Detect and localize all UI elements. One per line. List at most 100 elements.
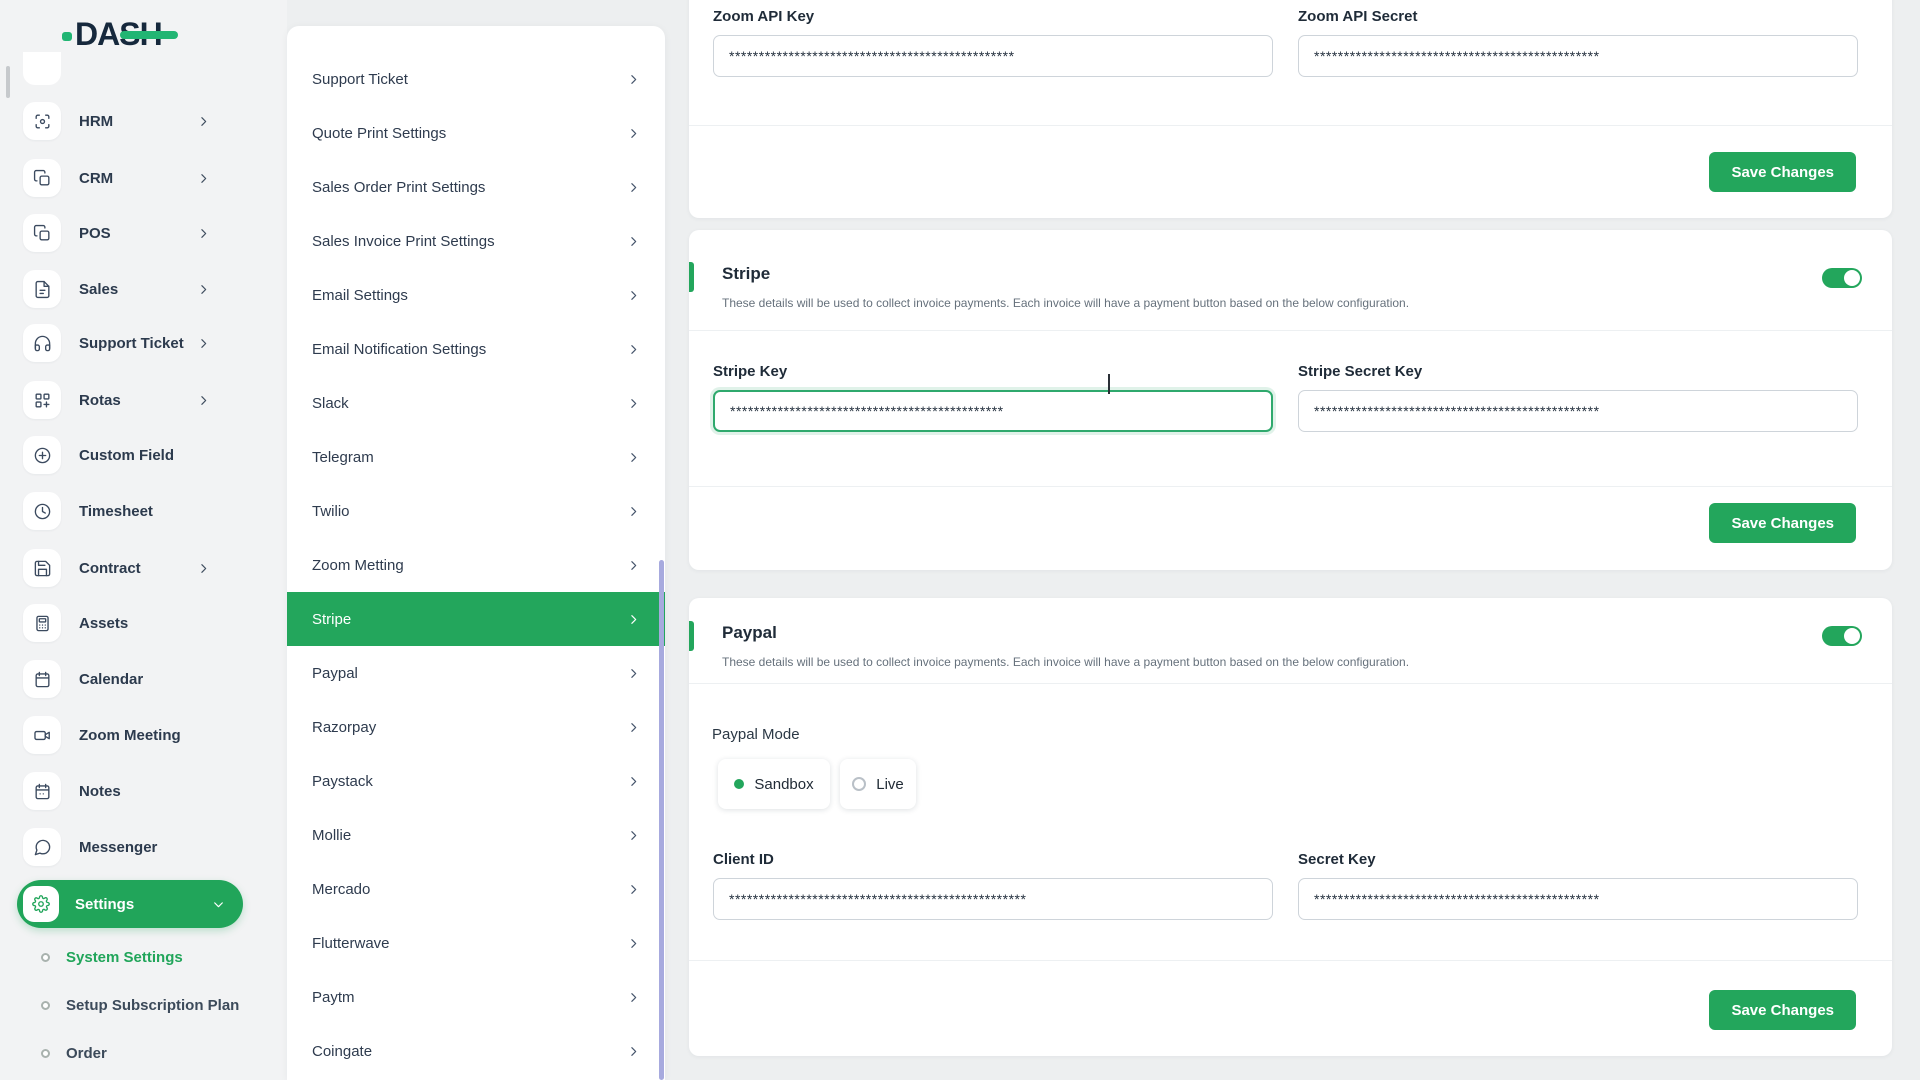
- chevron-right-icon: [627, 451, 640, 464]
- sidebar-subitem-setup-subscription-plan[interactable]: Setup Subscription Plan: [0, 990, 262, 1020]
- app-logo[interactable]: DASH: [62, 18, 179, 50]
- stripe-key-input[interactable]: [713, 390, 1273, 432]
- chevron-right-icon: [627, 937, 640, 950]
- sidebar-item-rotas[interactable]: Rotas: [0, 372, 262, 428]
- sidebar-item-timesheet[interactable]: Timesheet: [0, 483, 262, 539]
- save-changes-button[interactable]: Save Changes: [1709, 503, 1856, 543]
- stripe-card-title: Stripe: [722, 264, 771, 283]
- sidebar-item-assets[interactable]: Assets: [0, 595, 262, 651]
- settings-menu-panel: Support Ticket Quote Print Settings Sale…: [287, 26, 665, 1080]
- sidebar-item-calendar[interactable]: Calendar: [0, 651, 262, 707]
- sidebar-item-contract[interactable]: Contract: [0, 540, 262, 596]
- card-divider: [689, 683, 1892, 684]
- secret-key-field: Secret Key: [1298, 851, 1858, 920]
- menu-scrollbar-thumb[interactable]: [659, 560, 664, 1080]
- paypal-toggle[interactable]: [1822, 626, 1862, 646]
- menu-item-zoom-metting[interactable]: Zoom Metting: [287, 538, 665, 592]
- sidebar-item-hrm[interactable]: HRM: [0, 93, 262, 149]
- menu-item-email-settings[interactable]: Email Settings: [287, 268, 665, 322]
- chevron-right-icon: [627, 73, 640, 86]
- chevron-right-icon: [627, 397, 640, 410]
- card-divider: [689, 960, 1892, 961]
- chevron-right-icon: [627, 289, 640, 302]
- sidebar-item-pos[interactable]: POS: [0, 205, 262, 261]
- chevron-right-icon: [197, 172, 210, 185]
- sidebar-item-crm[interactable]: CRM: [0, 150, 262, 206]
- menu-item-paypal[interactable]: Paypal: [287, 646, 665, 700]
- menu-item-stripe[interactable]: Stripe: [287, 592, 665, 646]
- menu-item-flutterwave[interactable]: Flutterwave: [287, 916, 665, 970]
- sidebar-item-custom-field[interactable]: Custom Field: [0, 427, 262, 483]
- menu-item-telegram[interactable]: Telegram: [287, 430, 665, 484]
- save-changes-button[interactable]: Save Changes: [1709, 152, 1856, 192]
- notes-icon: [23, 772, 61, 810]
- menu-item-mollie[interactable]: Mollie: [287, 808, 665, 862]
- sidebar-item-notes[interactable]: Notes: [0, 763, 262, 819]
- zoom-api-secret-field: Zoom API Secret: [1298, 8, 1858, 77]
- zoom-api-key-input[interactable]: [713, 35, 1273, 77]
- field-label: Stripe Secret Key: [1298, 363, 1423, 380]
- radio-label: Sandbox: [754, 775, 814, 793]
- menu-item-sales-order-print-settings[interactable]: Sales Order Print Settings: [287, 160, 665, 214]
- stripe-toggle[interactable]: [1822, 268, 1862, 288]
- menu-item-quote-print-settings[interactable]: Quote Print Settings: [287, 106, 665, 160]
- stripe-key-field: Stripe Key: [713, 363, 1273, 432]
- gear-icon: [23, 886, 59, 922]
- menu-item-slack[interactable]: Slack: [287, 376, 665, 430]
- sidebar-item-messenger[interactable]: Messenger: [0, 819, 262, 875]
- sidebar-item-label: Contract: [79, 559, 141, 577]
- accent-bar: [689, 262, 694, 292]
- zoom-api-secret-input[interactable]: [1298, 35, 1858, 77]
- clock-icon: [23, 492, 61, 530]
- sidebar-item-zoom-meeting[interactable]: Zoom Meeting: [0, 707, 262, 763]
- radio-sandbox[interactable]: Sandbox: [718, 759, 830, 809]
- chevron-right-icon: [627, 127, 640, 140]
- client-id-field: Client ID: [713, 851, 1273, 920]
- menu-item-email-notification-settings[interactable]: Email Notification Settings: [287, 322, 665, 376]
- grid-plus-icon: [23, 381, 61, 419]
- sidebar-subitem-label: Order: [66, 1044, 107, 1062]
- sidebar-item-settings[interactable]: Settings: [17, 880, 243, 928]
- calendar-icon: [23, 660, 61, 698]
- sidebar-subitem-system-settings[interactable]: System Settings: [0, 942, 262, 972]
- chevron-down-icon: [212, 898, 225, 911]
- menu-item-label: Razorpay: [312, 718, 377, 736]
- sidebar-item-partial[interactable]: [23, 52, 61, 85]
- chevron-right-icon: [197, 337, 210, 350]
- field-label: Zoom API Key: [713, 8, 815, 25]
- chevron-right-icon: [627, 721, 640, 734]
- sidebar-item-label: Rotas: [79, 391, 121, 409]
- paypal-card-title: Paypal: [722, 623, 777, 642]
- plus-circle-icon: [23, 436, 61, 474]
- menu-item-mercado[interactable]: Mercado: [287, 862, 665, 916]
- save-changes-button[interactable]: Save Changes: [1709, 990, 1856, 1030]
- chevron-right-icon: [197, 227, 210, 240]
- secret-key-input[interactable]: [1298, 878, 1858, 920]
- sidebar-item-support-ticket[interactable]: Support Ticket: [0, 315, 262, 371]
- radio-live[interactable]: Live: [840, 759, 916, 809]
- chevron-right-icon: [627, 343, 640, 356]
- menu-item-paystack[interactable]: Paystack: [287, 754, 665, 808]
- menu-item-label: Slack: [312, 394, 349, 412]
- chevron-right-icon: [627, 181, 640, 194]
- sidebar: DASH HRM CRM POS Sales Support Ticket Ro…: [0, 0, 287, 1080]
- menu-item-sales-invoice-print-settings[interactable]: Sales Invoice Print Settings: [287, 214, 665, 268]
- sidebar-item-label: Calendar: [79, 670, 144, 688]
- paypal-mode-radio-group: Sandbox Live: [718, 759, 916, 809]
- chevron-right-icon: [627, 235, 640, 248]
- menu-item-twilio[interactable]: Twilio: [287, 484, 665, 538]
- pos-icon: [23, 214, 61, 252]
- menu-item-support-ticket[interactable]: Support Ticket: [287, 52, 665, 106]
- client-id-input[interactable]: [713, 878, 1273, 920]
- chevron-right-icon: [197, 394, 210, 407]
- zoom-api-key-field: Zoom API Key: [713, 8, 1273, 77]
- menu-item-coingate[interactable]: Coingate: [287, 1024, 665, 1078]
- menu-item-razorpay[interactable]: Razorpay: [287, 700, 665, 754]
- menu-item-paytm[interactable]: Paytm: [287, 970, 665, 1024]
- sidebar-item-sales[interactable]: Sales: [0, 261, 262, 317]
- menu-item-label: Twilio: [312, 502, 350, 520]
- sidebar-subitem-order[interactable]: Order: [0, 1038, 262, 1068]
- stripe-secret-key-input[interactable]: [1298, 390, 1858, 432]
- menu-item-label: Coingate: [312, 1042, 373, 1060]
- logo-text: DASH: [75, 18, 179, 50]
